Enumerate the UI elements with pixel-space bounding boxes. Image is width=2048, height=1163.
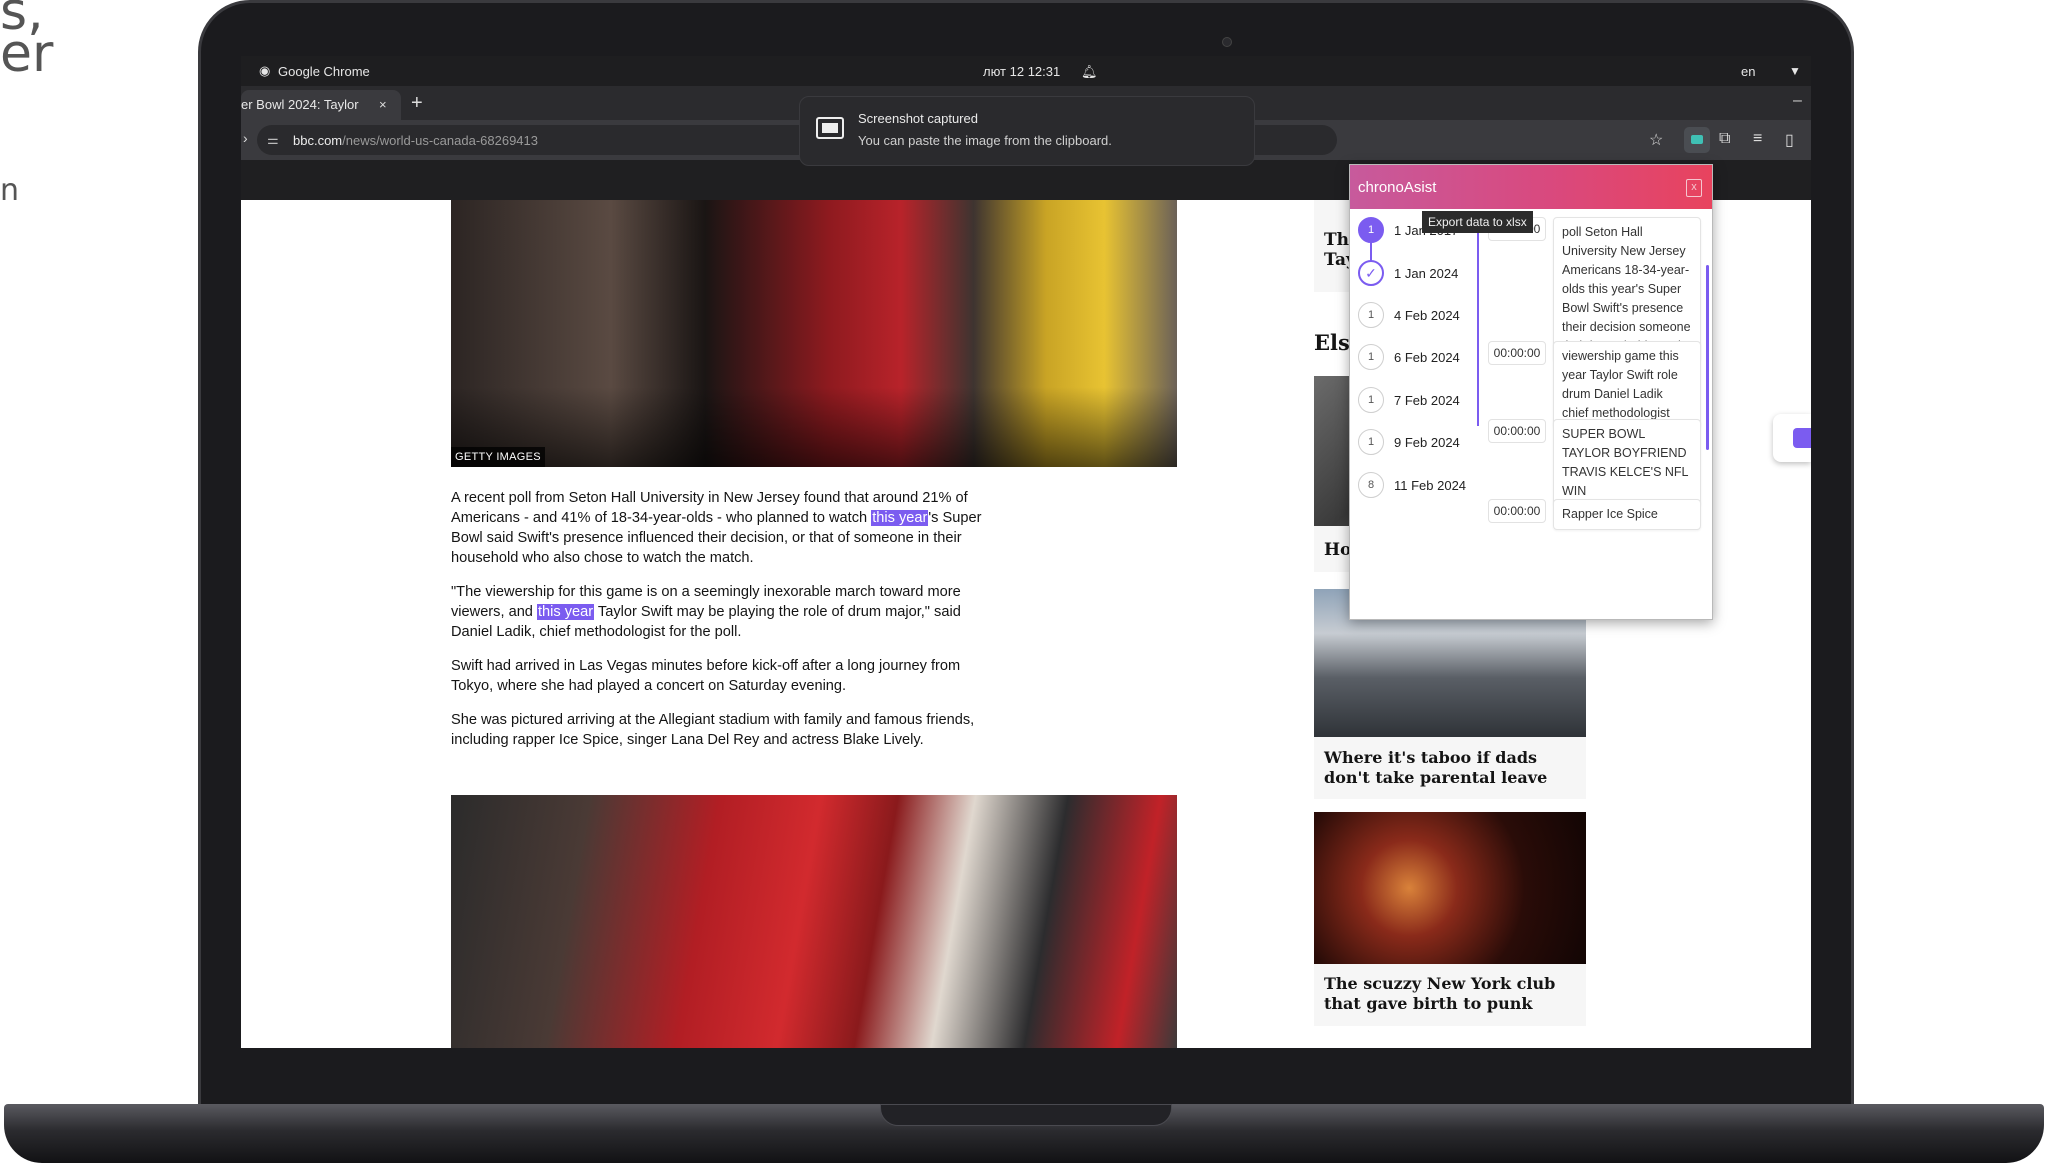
tab-title: er Bowl 2024: Taylor bbox=[241, 97, 359, 112]
url-host: bbc.com bbox=[293, 133, 343, 148]
url-path: /news/world-us-canada-68269413 bbox=[342, 133, 538, 148]
timeline-date-item[interactable]: ✓ 1 Jan 2024 bbox=[1358, 260, 1478, 290]
check-icon: ✓ bbox=[1358, 260, 1384, 286]
timeline-date: 1 Jan 2024 bbox=[1394, 266, 1459, 281]
screenshot-icon bbox=[816, 117, 844, 139]
story-title-dads-leave[interactable]: Where it's taboo if dads don't take pare… bbox=[1324, 748, 1579, 788]
laptop-trackpad-notch bbox=[880, 1104, 1172, 1126]
floating-side-tab[interactable] bbox=[1773, 414, 1811, 462]
new-tab-button[interactable]: + bbox=[411, 92, 423, 115]
background-text-fragment-2: er bbox=[0, 24, 54, 84]
notification-message: You can paste the image from the clipboa… bbox=[858, 133, 1112, 148]
event-card[interactable]: Rapper Ice Spice bbox=[1553, 499, 1701, 530]
event-time: 00:00:00 bbox=[1488, 419, 1546, 443]
chrome-icon[interactable]: ◉ bbox=[259, 63, 270, 79]
highlighted-keyword[interactable]: this year bbox=[871, 510, 929, 526]
site-settings-icon[interactable]: ⚌ bbox=[267, 132, 279, 148]
date-count-badge: 1 bbox=[1358, 217, 1384, 243]
event-time: 00:00:00 bbox=[1488, 499, 1546, 523]
system-clock[interactable]: лют 12 12:31 bbox=[983, 64, 1060, 79]
timeline-date: 11 Feb 2024 bbox=[1394, 478, 1467, 493]
popup-title: chronoAsist bbox=[1358, 179, 1437, 196]
timeline-date-item[interactable]: 8 11 Feb 2024 bbox=[1358, 472, 1478, 502]
side-panel-icon[interactable]: ▯ bbox=[1785, 130, 1794, 150]
date-count-badge: 1 bbox=[1358, 387, 1384, 413]
active-app-name[interactable]: Google Chrome bbox=[278, 64, 370, 79]
date-count-badge: 1 bbox=[1358, 429, 1384, 455]
timeline-date: 4 Feb 2024 bbox=[1394, 308, 1460, 323]
language-indicator[interactable]: en bbox=[1741, 64, 1755, 79]
wifi-icon[interactable]: ▼ bbox=[1789, 64, 1801, 78]
system-top-bar: ◉ Google Chrome лют 12 12:31 🔔︎ en ▼ bbox=[241, 56, 1811, 86]
xlsx-export-icon[interactable]: x bbox=[1686, 179, 1702, 197]
timeline-date: 7 Feb 2024 bbox=[1394, 393, 1460, 408]
sidebar-title-fragment: Ho bbox=[1324, 540, 1352, 560]
laptop-screen: ◉ Google Chrome лют 12 12:31 🔔︎ en ▼ er … bbox=[241, 56, 1811, 1048]
background-text-fragment-3: n bbox=[0, 173, 20, 208]
timeline-date: 9 Feb 2024 bbox=[1394, 435, 1460, 450]
chronoasist-extension-icon[interactable] bbox=[1684, 127, 1710, 153]
puzzle-extensions-icon[interactable]: ⧉ bbox=[1719, 130, 1730, 148]
story-title-punk-club[interactable]: The scuzzy New York club that gave birth… bbox=[1324, 974, 1579, 1014]
date-count-badge: 8 bbox=[1358, 472, 1384, 498]
bookmark-star-icon[interactable]: ☆ bbox=[1649, 130, 1663, 150]
bell-icon[interactable]: 🔔︎ bbox=[1081, 64, 1098, 80]
screenshot-notification[interactable]: Screenshot captured You can paste the im… bbox=[799, 96, 1255, 166]
popup-timeline-body: 1 1 Jan 2017 ✓ 1 Jan 2024 1 4 Feb 2024 1… bbox=[1350, 209, 1712, 619]
webcam bbox=[1222, 37, 1232, 47]
event-card[interactable]: SUPER BOWL TAYLOR BOYFRIEND TRAVIS KELCE… bbox=[1553, 419, 1701, 507]
article-paragraph-4: She was pictured arriving at the Allegia… bbox=[451, 712, 975, 748]
story-image-punk-club[interactable] bbox=[1314, 812, 1586, 964]
tab-close-icon[interactable]: × bbox=[379, 97, 387, 112]
popup-scrollbar[interactable] bbox=[1706, 265, 1709, 450]
popup-header: chronoAsist x bbox=[1350, 165, 1712, 209]
minimize-icon[interactable]: – bbox=[1793, 92, 1802, 110]
event-time: 00:00:00 bbox=[1488, 341, 1546, 365]
date-count-badge: 1 bbox=[1358, 344, 1384, 370]
date-count-badge: 1 bbox=[1358, 302, 1384, 328]
photo-shade bbox=[451, 387, 1177, 467]
highlighted-keyword[interactable]: this year bbox=[536, 604, 595, 620]
event-card[interactable]: viewership game this year Taylor Swift r… bbox=[1553, 341, 1701, 429]
timeline-date-item[interactable]: 1 6 Feb 2024 bbox=[1358, 344, 1478, 374]
article-paragraph-3: Swift had arrived in Las Vegas minutes b… bbox=[451, 658, 961, 694]
export-tooltip: Export data to xlsx bbox=[1422, 211, 1533, 233]
article-photo-celebration bbox=[451, 795, 1177, 1048]
timeline-date: 6 Feb 2024 bbox=[1394, 350, 1460, 365]
article-paragraph-1: A recent poll from Seton Hall University… bbox=[451, 488, 991, 568]
url-text[interactable]: bbc.com/news/world-us-canada-68269413 bbox=[293, 133, 538, 148]
timeline-date-item[interactable]: 1 4 Feb 2024 bbox=[1358, 302, 1478, 332]
notification-title: Screenshot captured bbox=[858, 111, 978, 126]
article-photo-stadium-box: GETTY IMAGES bbox=[451, 200, 1177, 467]
photo-credit: GETTY IMAGES bbox=[451, 447, 545, 467]
back-icon[interactable]: › bbox=[243, 130, 248, 146]
timeline-date-item[interactable]: 1 9 Feb 2024 bbox=[1358, 429, 1478, 459]
timeline-date-item[interactable]: 1 7 Feb 2024 bbox=[1358, 387, 1478, 417]
tab-bbc-article[interactable]: er Bowl 2024: Taylor × bbox=[241, 90, 401, 120]
article-paragraph-2: "The viewership for this game is on a se… bbox=[451, 582, 991, 642]
media-control-icon[interactable]: ≡ bbox=[1753, 130, 1762, 148]
